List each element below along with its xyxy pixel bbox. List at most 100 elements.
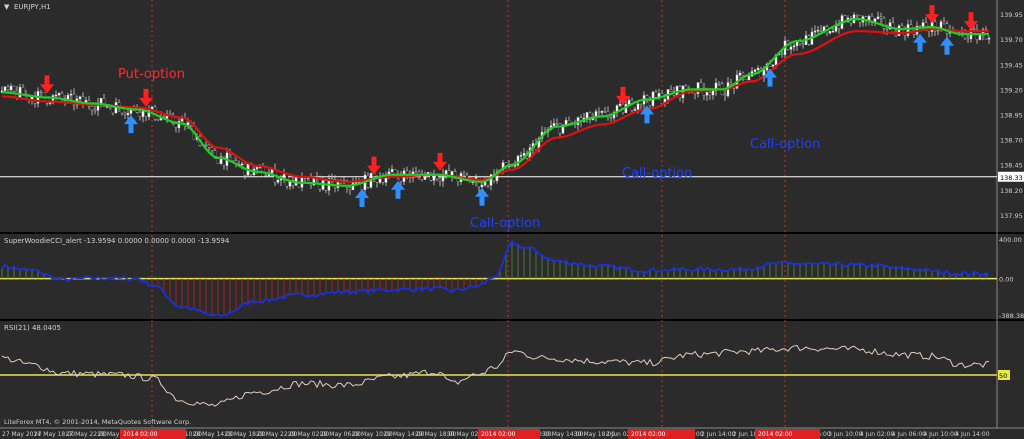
candle-body <box>390 169 394 173</box>
candle-body <box>57 93 61 96</box>
copyright-text: LiteForex MT4, © 2001-2014, MetaQuotes S… <box>4 418 191 426</box>
candle-body <box>972 28 976 30</box>
price-tick-label: 139.45 <box>1000 61 1023 69</box>
symbol-title: EURJPY,H1 <box>14 3 51 11</box>
candle-body <box>444 170 448 175</box>
candle-body <box>438 178 442 182</box>
time-tick-label: 4 Jun 14:00 <box>955 431 989 438</box>
candle-body <box>255 166 259 170</box>
cci-tick-label: 400.00 <box>999 236 1022 244</box>
candle-body <box>747 76 751 80</box>
candle-body <box>828 31 832 34</box>
time-tick-label: 2 Jun 14:00 <box>701 431 735 438</box>
candle-body <box>558 123 562 134</box>
price-tick-label: 139.20 <box>1000 86 1023 94</box>
time-highlight-label: 2014 02:00 <box>481 431 516 438</box>
candle-body <box>708 92 712 96</box>
candle-body <box>648 100 652 106</box>
candle-body <box>831 31 835 33</box>
cci-tick-label: -388.38 <box>999 312 1024 320</box>
candle-body <box>54 94 58 97</box>
candle-body <box>921 22 925 27</box>
candle-body <box>567 120 571 124</box>
candle-body <box>282 174 286 178</box>
candle-body <box>174 123 178 128</box>
candle-body <box>603 110 607 113</box>
candle-body <box>207 144 211 148</box>
time-tick-label: 4 Jun 02:00 <box>860 431 894 438</box>
put-option-label: Put-option <box>118 67 185 82</box>
candle-body <box>966 37 970 40</box>
candle-body <box>879 16 883 19</box>
candle-body <box>6 86 10 91</box>
call-option-label: Call-option <box>622 166 692 181</box>
candle-body <box>792 45 796 48</box>
candle-body <box>48 102 52 105</box>
candle-body <box>429 172 433 181</box>
candle-body <box>78 96 82 100</box>
current-price-label: 138.33 <box>1000 174 1023 182</box>
candle-body <box>837 25 841 29</box>
candle-body <box>276 179 280 183</box>
candle-body <box>729 82 733 85</box>
candle-body <box>138 111 142 117</box>
candle-body <box>90 106 94 111</box>
candle-body <box>660 93 664 104</box>
candle-body <box>522 153 526 156</box>
candle-body <box>906 24 910 36</box>
rsi-level-label: 50 <box>999 372 1007 380</box>
call-option-label: Call-option <box>750 137 820 152</box>
candle-body <box>813 30 817 33</box>
cci-panel[interactable] <box>0 234 997 319</box>
candle-body <box>717 82 721 85</box>
candle-body <box>93 109 97 112</box>
candle-body <box>780 53 784 56</box>
candle-body <box>555 123 559 125</box>
candle-body <box>585 112 589 119</box>
candle-body <box>204 144 208 146</box>
candle-body <box>711 90 715 96</box>
candle-body <box>633 109 637 111</box>
candle-body <box>231 154 235 161</box>
time-highlight-label: 2014 02:00 <box>758 431 793 438</box>
candle-body <box>756 68 760 71</box>
candle-body <box>741 72 745 76</box>
candle-body <box>669 89 673 92</box>
candle-body <box>264 175 268 178</box>
candle-body <box>885 28 889 30</box>
dropdown-icon[interactable]: ▼ <box>4 3 10 11</box>
candle-body <box>126 113 130 116</box>
candle-body <box>618 103 622 106</box>
candle-body <box>564 120 568 125</box>
candle-body <box>123 112 127 116</box>
trading-chart: 139.95 139.70 139.45 139.20 138.95 138.70 138.… <box>0 0 1024 439</box>
candle-body <box>771 64 775 67</box>
candle-body <box>3 86 7 91</box>
candle-body <box>240 163 244 166</box>
cci-title: SuperWoodieCCI_alert -13.9594 0.0000 0.0… <box>4 237 230 245</box>
candle-body <box>636 103 640 110</box>
candle-body <box>723 94 727 97</box>
candle-body <box>462 173 466 176</box>
call-option-label: Call-option <box>470 216 540 231</box>
candle-body <box>609 117 613 119</box>
candle-body <box>600 110 604 113</box>
candle-body <box>639 103 643 106</box>
candle-body <box>987 37 991 40</box>
candle-body <box>348 187 352 190</box>
candle-body <box>381 177 385 183</box>
cci-tick-label: 0.00 <box>999 276 1013 284</box>
candle-body <box>216 158 220 164</box>
candle-body <box>156 118 160 121</box>
price-tick-label: 138.70 <box>1000 137 1023 145</box>
candle-body <box>789 46 793 50</box>
rsi-title: RSI(21) 48.0405 <box>4 324 61 332</box>
candle-body <box>18 86 22 99</box>
candle-body <box>627 100 631 105</box>
candle-body <box>510 165 514 168</box>
candle-body <box>597 111 601 113</box>
candle-body <box>99 97 103 104</box>
candle-body <box>180 118 184 122</box>
time-highlight-label: 2014 02:00 <box>631 431 666 438</box>
candle-body <box>39 91 43 93</box>
